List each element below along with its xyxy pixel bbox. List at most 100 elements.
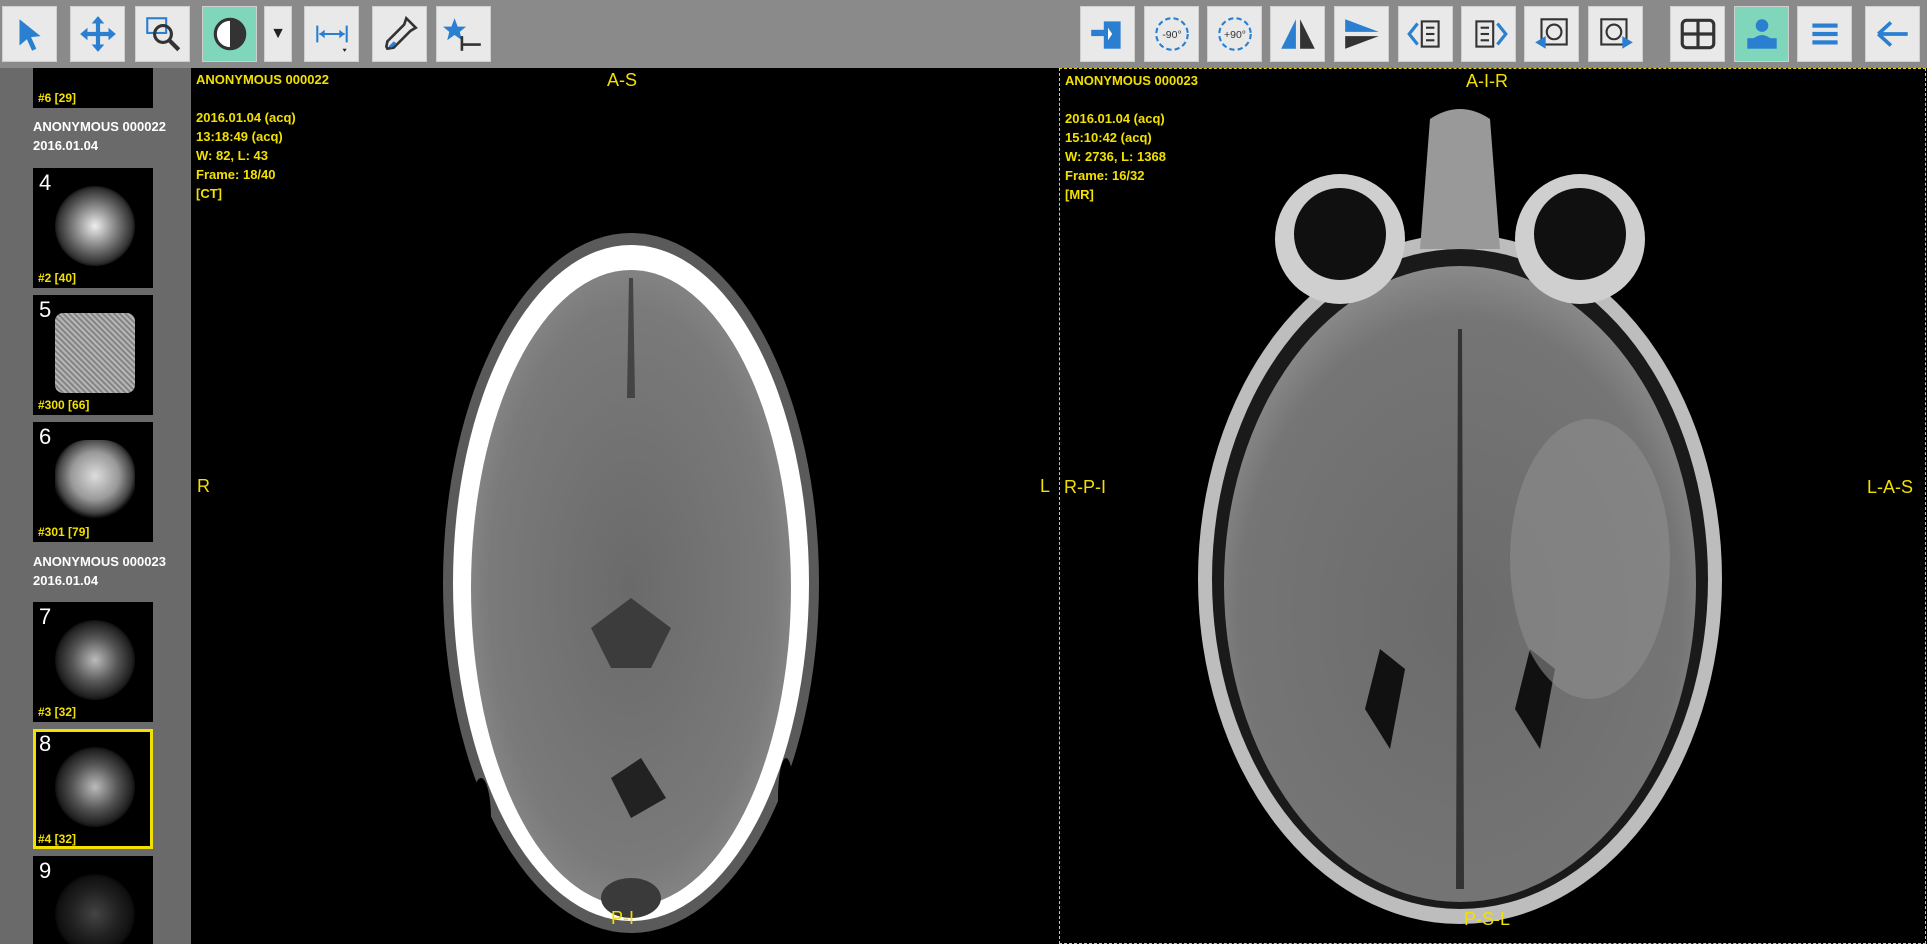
thumbnail-image bbox=[55, 313, 135, 393]
series-thumbnail-selected[interactable]: 8 #4 [32] bbox=[33, 729, 153, 849]
back-button[interactable] bbox=[1865, 6, 1920, 62]
study-name: ANONYMOUS 000022 bbox=[33, 119, 166, 134]
study-label[interactable]: ANONYMOUS 000023 2016.01.04 bbox=[33, 552, 166, 590]
flip-horizontal-icon bbox=[1280, 19, 1315, 49]
series-thumbnail[interactable]: 5 #300 [66] bbox=[33, 295, 153, 415]
acquisition-date: 2016.01.04 (acq) bbox=[1065, 111, 1165, 126]
crosshair-reference-icon bbox=[442, 18, 481, 51]
series-thumbnail[interactable]: #6 [29] bbox=[33, 68, 153, 108]
next-study-icon bbox=[1599, 18, 1633, 49]
series-thumbnail[interactable]: 4 #2 [40] bbox=[33, 168, 153, 288]
frame-readout: Frame: 18/40 bbox=[196, 167, 276, 182]
patient-name-overlay: ANONYMOUS 000023 bbox=[1065, 73, 1198, 88]
previous-series-button[interactable] bbox=[1398, 6, 1453, 62]
series-thumbnail[interactable]: 6 #301 [79] bbox=[33, 422, 153, 542]
thumbnail-image bbox=[55, 186, 135, 266]
acquisition-time: 15:10:42 (acq) bbox=[1065, 130, 1152, 145]
series-thumbnail[interactable]: 7 #3 [32] bbox=[33, 602, 153, 722]
orientation-top: A-S bbox=[607, 70, 638, 90]
measure-tool-button[interactable] bbox=[304, 6, 359, 62]
viewport-ct[interactable]: ANONYMOUS 000022 2016.01.04 (acq) 13:18:… bbox=[191, 68, 1057, 944]
patient-name-overlay: ANONYMOUS 000022 bbox=[196, 72, 329, 87]
layout-button[interactable] bbox=[1670, 6, 1725, 62]
orientation-right: L bbox=[1040, 476, 1051, 496]
thumbnail-info: #300 [66] bbox=[38, 398, 90, 412]
window-level-readout: W: 82, L: 43 bbox=[196, 148, 269, 163]
rotate-left-icon: -90° bbox=[1154, 17, 1189, 51]
grid-layout-icon bbox=[1680, 18, 1715, 50]
next-series-icon bbox=[1474, 20, 1508, 48]
zoom-tool-button[interactable] bbox=[135, 6, 190, 62]
acquisition-date: 2016.01.04 (acq) bbox=[196, 110, 296, 125]
svg-text:+90°: +90° bbox=[1223, 29, 1245, 41]
select-tool-button[interactable] bbox=[2, 6, 57, 62]
scroll-tool-button[interactable] bbox=[1080, 6, 1135, 62]
series-thumbnail[interactable]: 9 bbox=[33, 856, 153, 951]
thumbnail-number: 5 bbox=[39, 297, 52, 322]
thumbnail-number: 8 bbox=[39, 731, 52, 756]
rotate-left-button[interactable]: -90° bbox=[1144, 6, 1199, 62]
ruler-distance-icon bbox=[315, 25, 348, 52]
flip-vertical-icon bbox=[1344, 19, 1379, 49]
probe-tool-button[interactable] bbox=[372, 6, 427, 62]
eyedropper-icon bbox=[384, 15, 418, 51]
orientation-left: R bbox=[197, 476, 210, 496]
move-arrows-icon bbox=[79, 16, 116, 52]
presentation-user-icon bbox=[1746, 19, 1777, 49]
thumbnail-info: #3 [32] bbox=[38, 705, 77, 719]
bottom-border bbox=[0, 944, 1927, 951]
study-date: 2016.01.04 bbox=[33, 573, 99, 588]
rotate-right-icon: +90° bbox=[1217, 17, 1252, 51]
previous-study-button[interactable] bbox=[1524, 6, 1579, 62]
thumbnail-info: #4 [32] bbox=[38, 832, 77, 846]
dicom-info-overlay: 2016.01.04 (acq) 13:18:49 (acq) W: 82, L… bbox=[196, 108, 296, 203]
thumbnail-info: #6 [29] bbox=[38, 91, 77, 105]
previous-study-icon bbox=[1534, 18, 1568, 49]
window-level-tool-button[interactable] bbox=[202, 6, 257, 62]
acquisition-time: 13:18:49 (acq) bbox=[196, 129, 283, 144]
scroll-stack-icon bbox=[1090, 21, 1121, 49]
main-toolbar: ▼ -90° +90° bbox=[0, 0, 1927, 68]
orientation-bottom: P-S-L bbox=[1464, 909, 1511, 929]
thumbnail-number: 9 bbox=[39, 858, 52, 883]
series-sidebar: #6 [29] ANONYMOUS 000022 2016.01.04 4 #2… bbox=[0, 68, 191, 951]
pointer-arrow-icon bbox=[19, 19, 40, 51]
orientation-top: A-I-R bbox=[1466, 71, 1508, 91]
thumbnail-number: 7 bbox=[39, 604, 52, 629]
svg-text:-90°: -90° bbox=[1162, 29, 1181, 41]
next-series-button[interactable] bbox=[1461, 6, 1516, 62]
mr-axial-brain-image bbox=[1198, 109, 1722, 924]
dicom-info-overlay: 2016.01.04 (acq) 15:10:42 (acq) W: 2736,… bbox=[1065, 109, 1166, 204]
modality-label: [MR] bbox=[1065, 187, 1094, 202]
caret-down-icon: ▼ bbox=[270, 25, 286, 42]
next-study-button[interactable] bbox=[1588, 6, 1643, 62]
window-level-readout: W: 2736, L: 1368 bbox=[1065, 149, 1166, 164]
flip-horizontal-button[interactable] bbox=[1270, 6, 1325, 62]
ct-axial-brain-image bbox=[443, 233, 819, 933]
frame-readout: Frame: 16/32 bbox=[1065, 168, 1145, 183]
hamburger-menu-icon bbox=[1811, 23, 1838, 45]
menu-button[interactable] bbox=[1797, 6, 1852, 62]
study-name: ANONYMOUS 000023 bbox=[33, 554, 166, 569]
flip-vertical-button[interactable] bbox=[1334, 6, 1389, 62]
presentation-button[interactable] bbox=[1734, 6, 1789, 62]
reference-lines-tool-button[interactable] bbox=[436, 6, 491, 62]
thumbnail-image bbox=[55, 874, 135, 951]
thumbnail-image bbox=[55, 620, 135, 700]
back-arrow-icon bbox=[1876, 21, 1908, 47]
pan-tool-button[interactable] bbox=[70, 6, 125, 62]
orientation-left: R-P-I bbox=[1064, 477, 1106, 497]
zoom-magnifier-icon bbox=[145, 17, 180, 52]
thumbnail-image bbox=[55, 747, 135, 827]
thumbnail-number: 6 bbox=[39, 424, 52, 449]
orientation-right: L-A-S bbox=[1867, 477, 1914, 497]
thumbnail-info: #301 [79] bbox=[38, 525, 90, 539]
thumbnail-number: 4 bbox=[39, 170, 52, 195]
previous-series-icon bbox=[1406, 20, 1440, 48]
window-level-dropdown[interactable]: ▼ bbox=[264, 6, 292, 62]
viewport-mr-active[interactable]: ANONYMOUS 000023 2016.01.04 (acq) 15:10:… bbox=[1059, 68, 1926, 944]
orientation-bottom: P-I bbox=[611, 908, 635, 928]
rotate-right-button[interactable]: +90° bbox=[1207, 6, 1262, 62]
study-label[interactable]: ANONYMOUS 000022 2016.01.04 bbox=[33, 117, 166, 155]
contrast-half-circle-icon bbox=[213, 17, 246, 51]
